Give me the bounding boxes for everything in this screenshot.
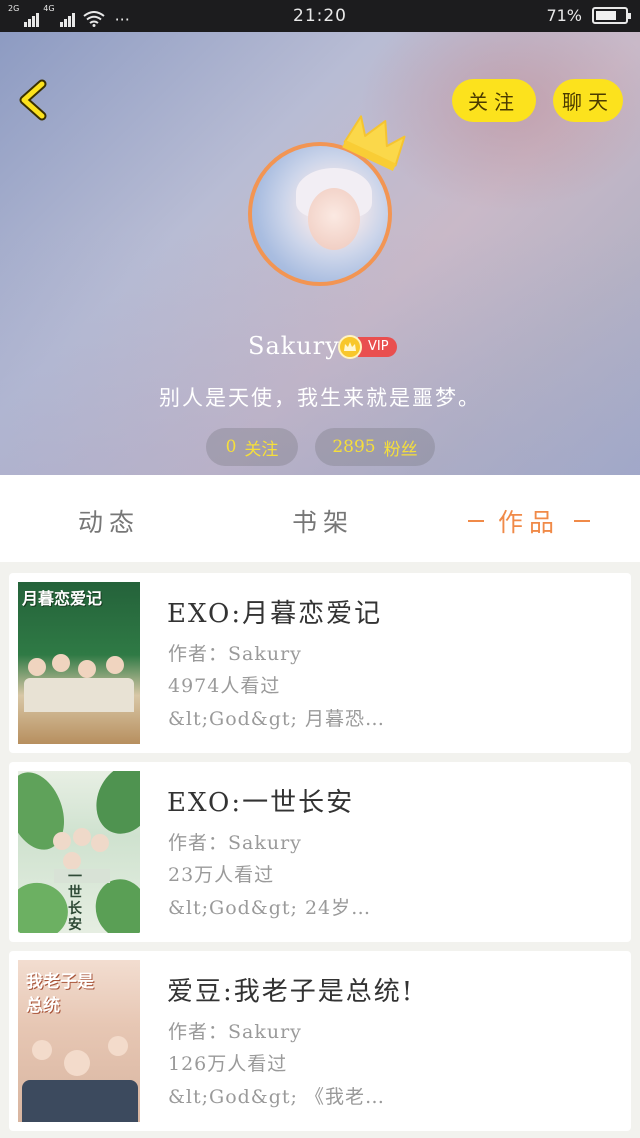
tab-works[interactable]: 作品 — [468, 503, 591, 539]
following-label: 关注 — [244, 439, 279, 460]
work-views: 126万人看过 — [168, 1053, 288, 1075]
work-excerpt: &lt;God&gt; 24岁… — [168, 897, 372, 919]
follow-button[interactable]: 关注 — [452, 79, 536, 122]
book-cover[interactable]: 月暮恋爱记 — [18, 582, 140, 744]
book-cover[interactable]: 一世长安 — [18, 771, 140, 933]
work-title: EXO:一世长安 — [167, 788, 355, 818]
cover-title: 我老子是总统 — [26, 972, 94, 1016]
book-cover[interactable]: 我老子是总统 — [18, 960, 140, 1122]
tab-bookshelf[interactable]: 书架 — [292, 503, 354, 539]
work-title: 爱豆:我老子是总统! — [167, 977, 415, 1007]
fans-stat[interactable]: 2895 粉丝 — [315, 428, 435, 466]
back-arrow-icon[interactable] — [14, 78, 54, 122]
tab-works-label: 作品 — [498, 508, 561, 537]
vip-badge[interactable]: VIP — [338, 335, 397, 359]
tab-active-dash-right — [574, 520, 591, 522]
cover-figures — [24, 652, 134, 712]
battery-level — [596, 11, 616, 20]
cover-figures — [22, 1036, 138, 1122]
tab-active-dash-left — [468, 520, 484, 522]
status-bar: 2G 4G ··· 21:20 71% — [0, 0, 640, 32]
work-author: 作者：Sakury — [168, 1021, 302, 1043]
work-card[interactable]: 月暮恋爱记 EXO:月暮恋爱记 作者：Sakury 4974人看过 &lt;Go… — [9, 573, 631, 753]
work-card[interactable]: 我老子是总统 爱豆:我老子是总统! 作者：Sakury 126万人看过 &lt;… — [9, 951, 631, 1131]
work-card[interactable]: 一世长安 EXO:一世长安 作者：Sakury 23万人看过 &lt;God&g… — [9, 762, 631, 942]
work-excerpt: &lt;God&gt; 月暮恐… — [168, 708, 385, 730]
avatar-container[interactable] — [248, 115, 406, 286]
vip-crown-icon — [338, 335, 362, 359]
cover-title: 一世长安 — [68, 869, 82, 933]
following-stat[interactable]: 0 关注 — [206, 428, 298, 466]
profile-bio: 别人是天使，我生来就是噩梦。 — [159, 386, 481, 410]
following-count: 0 — [225, 437, 237, 457]
username: Sakury — [248, 332, 340, 360]
vip-label: VIP — [358, 337, 397, 357]
tab-dynamics[interactable]: 动态 — [78, 503, 140, 539]
work-views: 4974人看过 — [168, 675, 281, 697]
battery-percent: 71% — [546, 6, 582, 25]
status-time: 21:20 — [293, 6, 347, 26]
crown-icon — [342, 115, 406, 171]
fans-count: 2895 — [332, 437, 376, 457]
profile-header: 关注 聊天 Sakury VIP 别人是天使，我生来就是噩梦。 0 关注 289… — [0, 32, 640, 475]
avatar-face — [308, 188, 360, 250]
fans-label: 粉丝 — [383, 439, 418, 460]
profile-tabs: 动态 书架 作品 — [0, 475, 640, 562]
chat-button[interactable]: 聊天 — [553, 79, 623, 122]
cover-title: 月暮恋爱记 — [22, 589, 103, 608]
work-author: 作者：Sakury — [168, 643, 302, 665]
status-bar-right: 71% — [546, 6, 631, 25]
work-views: 23万人看过 — [168, 864, 275, 886]
works-list: 月暮恋爱记 EXO:月暮恋爱记 作者：Sakury 4974人看过 &lt;Go… — [0, 562, 640, 1138]
work-author: 作者：Sakury — [168, 832, 302, 854]
work-title: EXO:月暮恋爱记 — [167, 599, 383, 629]
battery-icon — [592, 7, 631, 24]
work-excerpt: &lt;God&gt; 《我老… — [168, 1086, 385, 1108]
